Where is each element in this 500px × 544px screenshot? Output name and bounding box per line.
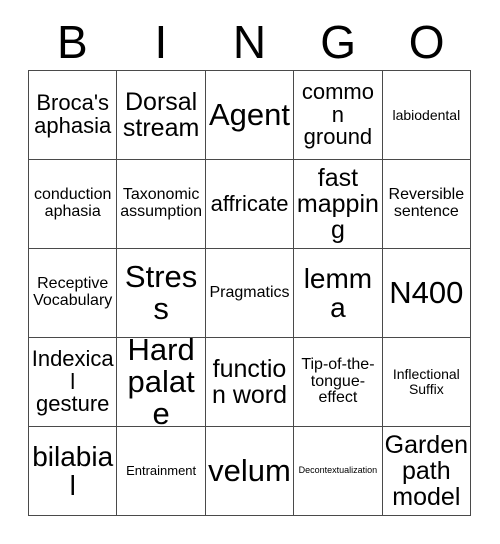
bingo-cell-label: Decontextualization — [298, 465, 378, 476]
bingo-cell[interactable]: Hard palate — [117, 338, 206, 427]
bingo-cell[interactable]: Pragmatics — [205, 249, 295, 338]
bingo-cell[interactable]: N400 — [382, 249, 472, 338]
bingo-cell[interactable]: function word — [205, 338, 295, 427]
bingo-cell[interactable]: fast mapping — [294, 160, 383, 249]
bingo-cell[interactable]: velum — [205, 427, 295, 516]
bingo-cell[interactable]: Receptive Vocabulary — [29, 249, 118, 338]
bingo-header-letter-b: B — [56, 16, 88, 68]
bingo-cell-label: function word — [211, 355, 288, 409]
bingo-cell[interactable]: Tip-of-the-tongue-effect — [294, 338, 383, 427]
bingo-cell-label: Tip-of-the-tongue-effect — [301, 356, 375, 407]
bingo-header-row: B I N G O — [28, 14, 471, 70]
bingo-cell[interactable]: Broca's aphasia — [29, 71, 118, 160]
bingo-cell-label: fast mapping — [296, 164, 379, 244]
bingo-cell[interactable]: Stress — [117, 249, 206, 338]
bingo-cell[interactable]: affricate — [205, 160, 295, 249]
bingo-row: Indexical gesture Hard palate function w… — [29, 338, 472, 427]
bingo-cell[interactable]: Dorsal stream — [117, 71, 206, 160]
bingo-cell[interactable]: conduction aphasia — [29, 160, 118, 249]
bingo-cell[interactable]: Entrainment — [117, 427, 206, 516]
bingo-cell[interactable]: Indexical gesture — [29, 338, 118, 427]
bingo-cell-label: common ground — [301, 78, 374, 150]
bingo-cell-label: labiodental — [392, 106, 461, 123]
bingo-cell-label: Hard palate — [127, 338, 195, 427]
bingo-header-letter-i: I — [154, 16, 168, 68]
bingo-cell-label: conduction aphasia — [34, 186, 112, 220]
bingo-cell-label: Taxonomic assumption — [120, 186, 203, 220]
bingo-cell-label: bilabial — [32, 440, 114, 501]
bingo-cell[interactable]: Agent — [205, 71, 295, 160]
bingo-cell-label: Indexical gesture — [31, 345, 114, 417]
bingo-row: bilabial Entrainment velum Decontextuali… — [29, 427, 472, 516]
bingo-cell-label: Receptive Vocabulary — [33, 275, 113, 309]
bingo-row: conduction aphasia Taxonomic assumption … — [29, 160, 472, 249]
bingo-cell-label: Broca's aphasia — [34, 90, 112, 138]
bingo-cell-label: Inflectional Suffix — [392, 366, 460, 397]
bingo-grid: Broca's aphasia Dorsal stream Agent comm… — [28, 70, 472, 516]
bingo-cell-label: velum — [208, 452, 291, 488]
bingo-cell[interactable]: Reversible sentence — [382, 160, 472, 249]
bingo-cell[interactable]: common ground — [294, 71, 383, 160]
bingo-header-letter-g: G — [320, 16, 356, 68]
bingo-cell-label: Garden path model — [384, 431, 469, 511]
bingo-cell-label: N400 — [389, 274, 464, 310]
bingo-header-letter-o: O — [408, 16, 445, 68]
bingo-cell[interactable]: labiodental — [382, 71, 472, 160]
bingo-header-letter-n: N — [232, 16, 267, 68]
bingo-cell-label: lemma — [303, 262, 373, 323]
bingo-cell-label: affricate — [210, 190, 289, 216]
bingo-cell[interactable]: Garden path model — [382, 427, 472, 516]
bingo-cell-label: Reversible sentence — [388, 186, 465, 220]
bingo-row: Broca's aphasia Dorsal stream Agent comm… — [29, 71, 472, 160]
bingo-cell[interactable]: Inflectional Suffix — [382, 338, 472, 427]
bingo-card: B I N G O Broca's aphasia Dorsal stream … — [0, 0, 500, 544]
bingo-cell-label: Agent — [209, 96, 291, 132]
bingo-cell-label: Dorsal stream — [122, 88, 200, 142]
bingo-row: Receptive Vocabulary Stress Pragmatics l… — [29, 249, 472, 338]
bingo-cell[interactable]: Decontextualization — [294, 427, 383, 516]
bingo-cell[interactable]: bilabial — [29, 427, 118, 516]
bingo-cell-label: Stress — [124, 258, 198, 326]
bingo-cell[interactable]: Taxonomic assumption — [117, 160, 206, 249]
bingo-cell-label: Pragmatics — [209, 283, 290, 301]
bingo-cell[interactable]: lemma — [294, 249, 383, 338]
bingo-cell-label: Entrainment — [126, 463, 197, 479]
